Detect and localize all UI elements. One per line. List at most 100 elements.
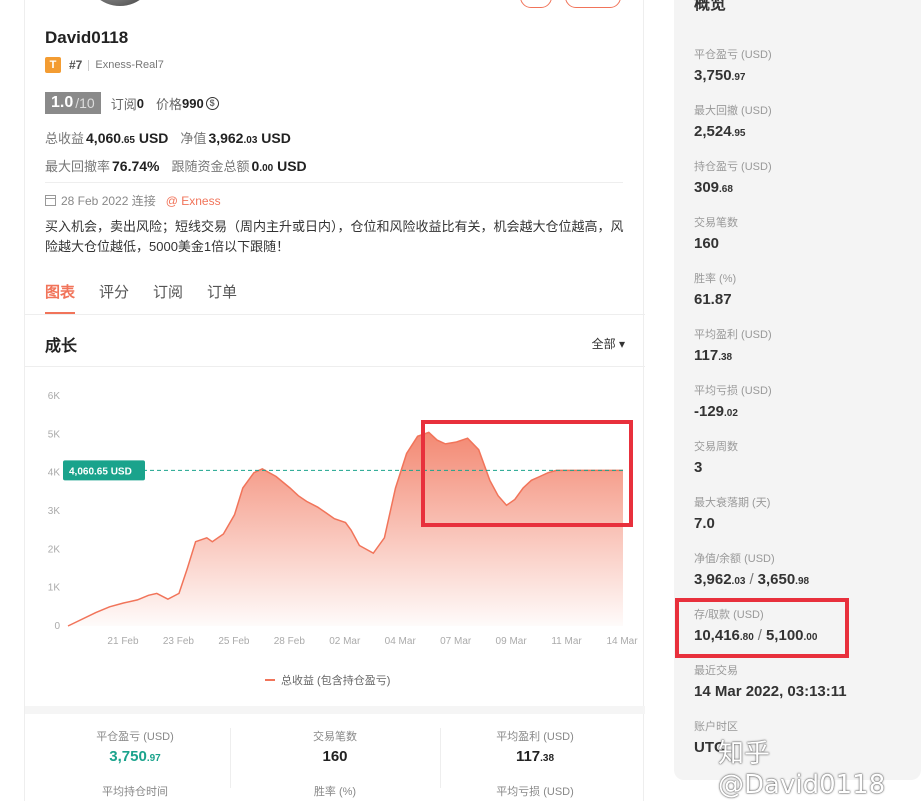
overview-value: 309.68	[694, 179, 733, 196]
overview-value: 14 Mar 2022, 03:13:11	[694, 683, 847, 700]
current-value-label: 4,060.65 USD	[69, 466, 132, 477]
highlight-box-chart-peak	[421, 420, 633, 527]
overview-item: 胜率 (%) 61.87	[694, 270, 736, 308]
x-tick-label: 09 Mar	[496, 636, 528, 647]
range-filter-dropdown[interactable]: 全部 ▾	[592, 335, 625, 352]
overview-label: 最大回撤 (USD)	[694, 105, 772, 117]
chevron-down-icon: ▾	[618, 337, 625, 351]
follow-value: 0.00 USD	[251, 158, 307, 174]
score-value: 1.0	[51, 94, 74, 111]
drawdown-follow-row: 最大回撤率 76.74% 跟随资金总额 0.00 USD	[45, 156, 319, 175]
overview-panel: 概览 平仓盈亏 (USD) 3,750.97 最大回撤 (USD) 2,524.95 持…	[674, 0, 921, 780]
tab-divider	[25, 314, 645, 315]
overview-label: 胜率 (%)	[694, 273, 737, 285]
overview-label: 交易笔数	[694, 217, 738, 229]
rank-number: #7	[69, 58, 83, 72]
rating-row: 1.0 /10 订阅 0 价格 990 $	[45, 92, 219, 114]
overview-label: 最大衰落期 (天)	[694, 497, 771, 509]
chart-title: 成长	[45, 338, 78, 355]
overview-value: 160	[694, 235, 720, 252]
avatar[interactable]	[85, 0, 155, 6]
overview-item: 最大回撤 (USD) 2,524.95	[694, 102, 772, 140]
rank-row: T #7 Exness-Real7	[45, 57, 164, 73]
y-tick-label: 6K	[48, 391, 61, 402]
tier-badge: T	[45, 57, 61, 73]
tab-chart[interactable]: 图表	[45, 281, 76, 314]
subs-value: 0	[136, 95, 144, 111]
x-tick-label: 28 Feb	[274, 636, 306, 647]
overview-item: 净值/余额 (USD) 3,962.03/3,650.98	[694, 550, 809, 588]
equity-label: 净值	[180, 131, 207, 146]
chart-header-divider	[25, 366, 645, 367]
overview-label: 净值/余额 (USD)	[694, 553, 775, 565]
broker-link[interactable]: @ Exness	[166, 194, 221, 208]
overview-item: 平仓盈亏 (USD) 3,750.97	[694, 46, 772, 84]
summary-trade-count: 交易笔数 160 胜率 (%)	[313, 731, 357, 798]
overview-item: 平均亏损 (USD) -129.02	[694, 382, 772, 420]
y-tick-label: 1K	[48, 583, 61, 594]
overview-item: 最大衰落期 (天) 7.0	[694, 494, 770, 532]
score-badge: 1.0 /10	[45, 92, 101, 114]
subs-label: 订阅	[110, 96, 137, 112]
separator	[230, 728, 231, 788]
x-tick-label: 07 Mar	[440, 636, 472, 647]
overview-title: 概览	[694, 0, 727, 13]
overview-label: 账户时区	[694, 721, 738, 733]
overview-label: 持仓盈亏 (USD)	[694, 161, 772, 173]
trader-name: David0118	[45, 28, 129, 47]
summary-stats: 平仓盈亏 (USD) 3,750.97 平均持仓时间 交易笔数 160 胜率 (…	[25, 712, 645, 801]
price-value: 990	[181, 95, 204, 111]
top-action-button[interactable]	[520, 0, 552, 8]
overview-value: 7.0	[694, 515, 715, 532]
tab-rating[interactable]: 评分	[99, 281, 129, 314]
y-tick-label: 2K	[48, 544, 61, 555]
price-label: 价格	[155, 96, 182, 112]
overview-value: 117.38	[694, 347, 733, 364]
current-value-marker: 4,060.65 USD	[63, 460, 145, 481]
y-tick-label: 5K	[48, 429, 61, 440]
overview-value: 3,962.03/3,650.98	[694, 571, 810, 588]
profit-equity-row: 总收益 4,060.65 USD 净值 3,962.03 USD	[45, 128, 303, 147]
total-profit-label: 总收益	[45, 131, 85, 146]
coin-icon: $	[205, 96, 219, 110]
overview-value: 61.87	[694, 291, 732, 308]
highlight-box-deposits	[675, 598, 849, 658]
connection-date: 28 Feb 2022 连接	[61, 194, 156, 208]
calendar-icon	[45, 195, 56, 206]
overview-label: 最近交易	[694, 665, 738, 677]
overview-label: 平均亏损 (USD)	[694, 385, 772, 397]
y-tick-label: 3K	[48, 506, 61, 517]
tab-bar: 图表 评分 订阅 订单	[45, 281, 261, 314]
score-max: /10	[75, 95, 95, 111]
equity-value: 3,962.03 USD	[208, 130, 291, 146]
tab-subscribe[interactable]: 订阅	[153, 281, 183, 314]
x-tick-label: 04 Mar	[385, 636, 417, 647]
overview-value: -129.02	[694, 403, 738, 420]
legend-label: 总收益 (包含持仓盈亏)	[281, 675, 391, 687]
trader-panel: David0118 T #7 Exness-Real7 1.0 /10 订阅 0…	[24, 0, 645, 801]
overview-label: 交易周数	[694, 441, 738, 453]
overview-item: 交易周数 3	[694, 438, 738, 476]
chart-legend[interactable]: 总收益 (包含持仓盈亏)	[265, 672, 390, 688]
summary-avg-profit: 平均盈利 (USD) 117.38 平均亏损 (USD)	[496, 731, 574, 798]
drawdown-value: 76.74%	[112, 158, 160, 174]
overview-item: 最近交易 14 Mar 2022, 03:13:11	[694, 662, 847, 700]
overview-item: 交易笔数 160	[694, 214, 738, 252]
tab-orders[interactable]: 订单	[207, 281, 237, 314]
x-tick-label: 11 Mar	[551, 636, 582, 647]
watermark-text: 知乎 @David0118	[718, 739, 886, 800]
top-follow-button[interactable]	[565, 0, 621, 8]
follow-label: 跟随资金总额	[171, 159, 250, 174]
x-tick-label: 14 Mar	[606, 636, 638, 647]
total-profit-value: 4,060.65 USD	[86, 130, 169, 146]
divider	[45, 182, 623, 183]
overview-item: 平均盈利 (USD) 117.38	[694, 326, 772, 364]
y-tick-label: 4K	[48, 468, 61, 479]
overview-label: 平仓盈亏 (USD)	[694, 49, 772, 61]
overview-item: 持仓盈亏 (USD) 309.68	[694, 158, 772, 196]
x-tick-label: 25 Feb	[218, 636, 250, 647]
y-tick-label: 0	[54, 621, 60, 632]
drawdown-label: 最大回撤率	[45, 159, 111, 174]
strategy-description: 买入机会，卖出风险；短线交易（周内主升或日内），仓位和风险收益比有关，机会越大仓…	[45, 219, 624, 254]
separator	[88, 59, 90, 71]
